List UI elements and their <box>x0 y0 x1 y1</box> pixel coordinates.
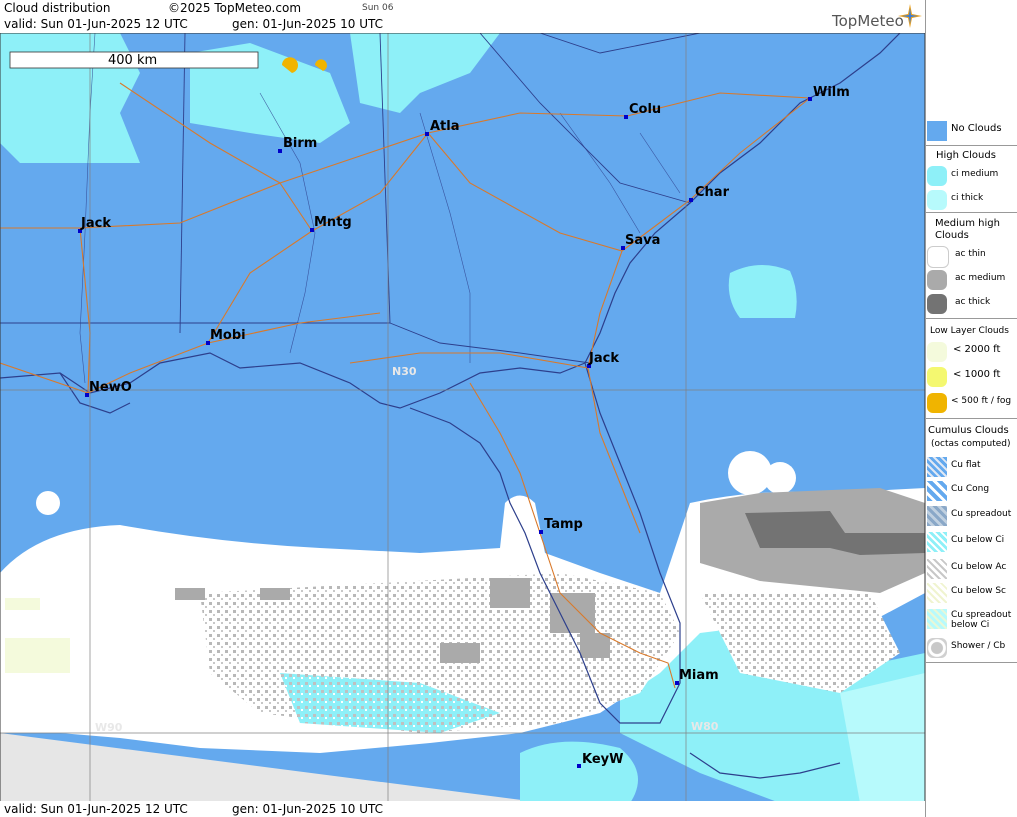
city-jacksonville: Jack <box>587 351 619 368</box>
legend-ci-thick[interactable]: ci thick <box>926 188 1017 210</box>
city-tamp: Tamp <box>539 517 583 534</box>
legend-panel: No Clouds High Clouds ci medium ci thick… <box>925 0 1017 817</box>
legend-cumulus-sub: (octas computed) <box>931 439 1011 449</box>
city-newo: NewO <box>85 380 132 397</box>
lon-label-w90: W90 <box>95 721 123 734</box>
svg-text:Sava: Sava <box>625 233 660 248</box>
city-miam: Miam <box>675 668 719 685</box>
copyright: ©2025 TopMeteo.com <box>168 1 302 15</box>
legend-medium-title: Medium high Clouds <box>935 218 1000 241</box>
city-mntg: Mntg <box>310 215 352 232</box>
day-tab[interactable]: Sun 06 <box>362 0 393 16</box>
generated-time: gen: 01-Jun-2025 10 UTC <box>232 17 384 31</box>
legend-low-1000[interactable]: < 1000 ft <box>926 365 1017 387</box>
svg-text:Tamp: Tamp <box>544 517 583 532</box>
footer-row: valid: Sun 01-Jun-2025 12 UTC gen: 01-Ju… <box>0 801 925 817</box>
legend-no-clouds[interactable]: No Clouds <box>926 119 1017 141</box>
svg-text:Mntg: Mntg <box>314 215 352 230</box>
scale-bar: 400 km <box>9 51 259 69</box>
legend-high-title: High Clouds <box>936 150 996 161</box>
legend-cu-below-ci[interactable]: Cu below Ci <box>926 530 1017 552</box>
legend-shower-cb[interactable]: Shower / Cb <box>926 636 1017 658</box>
legend-cu-flat[interactable]: Cu flat <box>926 455 1017 477</box>
svg-text:Wilm: Wilm <box>813 85 850 100</box>
legend-cu-cong[interactable]: Cu Cong <box>926 479 1017 501</box>
legend-ac-thick[interactable]: ac thick <box>926 292 1017 314</box>
svg-text:KeyW: KeyW <box>582 752 623 767</box>
header-row-2: valid: Sun 01-Jun-2025 12 UTC gen: 01-Ju… <box>0 16 925 32</box>
legend-ac-thin[interactable]: ac thin <box>926 244 1017 268</box>
svg-text:Jack: Jack <box>588 351 619 366</box>
svg-text:NewO: NewO <box>89 380 132 395</box>
city-wilm: Wilm <box>808 85 850 101</box>
city-colu: Colu <box>624 102 661 119</box>
footer-valid-time: valid: Sun 01-Jun-2025 12 UTC <box>4 802 188 816</box>
lon-label-w80: W80 <box>691 720 719 733</box>
svg-text:Char: Char <box>695 185 730 200</box>
legend-ci-medium[interactable]: ci medium <box>926 164 1017 186</box>
legend-low-fog[interactable]: < 500 ft / fog <box>926 391 1017 413</box>
svg-text:Miam: Miam <box>679 668 719 683</box>
brand-logo-text: TopMeteo <box>832 12 904 30</box>
legend-ac-medium[interactable]: ac medium <box>926 268 1017 290</box>
city-char: Char <box>689 185 730 202</box>
valid-time: valid: Sun 01-Jun-2025 12 UTC <box>4 17 188 31</box>
map-title: Cloud distribution <box>4 1 111 15</box>
legend-cumulus-title: Cumulus Clouds <box>928 425 1009 436</box>
city-jackson: Jack <box>78 216 111 233</box>
city-atla: Atla <box>425 119 460 136</box>
city-keyw: KeyW <box>577 752 623 768</box>
city-birm: Birm <box>278 136 317 153</box>
cloud-map[interactable]: N30 W90 W80 400 km Wilm Colu Atla Birm C… <box>0 33 925 803</box>
footer-generated-time: gen: 01-Jun-2025 10 UTC <box>232 802 384 816</box>
svg-text:Atla: Atla <box>430 119 460 134</box>
svg-text:Jack: Jack <box>80 216 111 231</box>
lat-label: N30 <box>392 365 417 378</box>
header-row-1: Cloud distribution ©2025 TopMeteo.com Su… <box>0 0 925 16</box>
legend-low-title: Low Layer Clouds <box>930 326 1009 336</box>
svg-text:Birm: Birm <box>283 136 317 151</box>
brand-logo-icon <box>898 4 922 28</box>
legend-cu-below-sc[interactable]: Cu below Sc <box>926 581 1017 603</box>
svg-text:Mobi: Mobi <box>210 328 246 343</box>
city-mobi: Mobi <box>206 328 246 345</box>
city-sava: Sava <box>621 233 660 250</box>
legend-cu-spreadout[interactable]: Cu spreadout <box>926 504 1017 526</box>
legend-cu-spreadout-below-ci[interactable]: Cu spreadout below Ci <box>926 607 1017 635</box>
legend-cu-below-ac[interactable]: Cu below Ac <box>926 557 1017 579</box>
legend-low-2000[interactable]: < 2000 ft <box>926 340 1017 362</box>
svg-text:400 km: 400 km <box>108 53 157 68</box>
svg-text:Colu: Colu <box>629 102 661 117</box>
